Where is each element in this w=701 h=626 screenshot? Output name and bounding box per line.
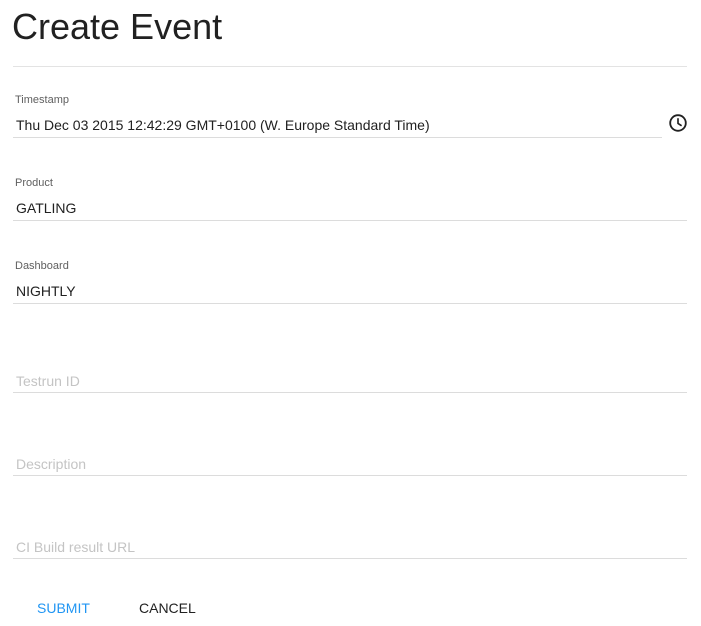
description-underline [13, 475, 687, 476]
cancel-button[interactable]: CANCEL [139, 598, 196, 618]
dashboard-field: Dashboard NIGHTLY [13, 260, 687, 310]
testrun-id-field[interactable]: Testrun ID [13, 349, 687, 393]
dashboard-label: Dashboard [15, 260, 69, 272]
product-label: Product [15, 177, 53, 189]
ci-build-url-field[interactable]: CI Build result URL [13, 515, 687, 559]
title-divider [13, 66, 687, 67]
description-field[interactable]: Description [13, 432, 687, 476]
timestamp-label: Timestamp [15, 94, 69, 106]
submit-button[interactable]: SUBMIT [37, 598, 90, 618]
testrun-id-underline [13, 392, 687, 393]
description-input[interactable]: Description [16, 456, 86, 473]
page-title: Create Event [12, 6, 223, 47]
ci-build-url-input[interactable]: CI Build result URL [16, 539, 135, 556]
dashboard-underline [13, 303, 687, 304]
timestamp-input[interactable]: Thu Dec 03 2015 12:42:29 GMT+0100 (W. Eu… [16, 117, 430, 134]
dashboard-input[interactable]: NIGHTLY [16, 283, 76, 300]
testrun-id-input[interactable]: Testrun ID [16, 373, 80, 390]
clock-icon[interactable] [667, 112, 689, 134]
timestamp-field: Timestamp Thu Dec 03 2015 12:42:29 GMT+0… [13, 94, 687, 144]
timestamp-underline [13, 137, 662, 138]
product-input[interactable]: GATLING [16, 200, 76, 217]
product-field: Product GATLING [13, 177, 687, 227]
product-underline [13, 220, 687, 221]
ci-build-url-underline [13, 558, 687, 559]
